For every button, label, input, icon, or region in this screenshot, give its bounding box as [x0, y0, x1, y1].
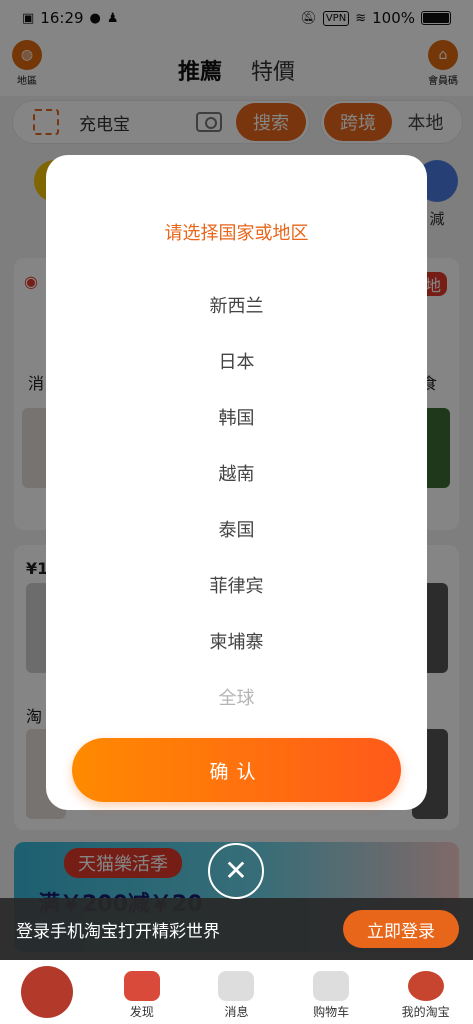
message-icon: [218, 971, 255, 1001]
nav-label: 发现: [129, 1005, 154, 1019]
nav-messages[interactable]: 消息: [196, 971, 276, 1020]
region-option[interactable]: 新西兰: [46, 279, 427, 335]
profile-icon: [407, 971, 444, 1001]
nav-label: 消息: [224, 1005, 249, 1019]
nav-label: 我的淘宝: [401, 1005, 450, 1019]
modal-title: 请选择国家或地区: [164, 223, 309, 244]
region-option[interactable]: 越南: [46, 447, 427, 503]
bottom-nav: 发现 消息 购物车 我的淘宝: [0, 960, 473, 1024]
nav-cart[interactable]: 购物车: [291, 971, 371, 1020]
nav-discover[interactable]: 发现: [102, 971, 182, 1020]
home-avatar-icon: [21, 966, 74, 1018]
region-option[interactable]: 泰国: [46, 503, 427, 559]
nav-home[interactable]: [7, 966, 87, 1020]
login-bar: 登录手机淘宝打开精彩世界 立即登录: [0, 898, 473, 960]
region-option[interactable]: 柬埔寨: [46, 615, 427, 671]
nav-label: 购物车: [313, 1005, 350, 1019]
discover-icon: [123, 971, 160, 1001]
confirm-button[interactable]: 确认: [72, 738, 401, 802]
cart-icon: [313, 971, 350, 1001]
nav-my-taobao[interactable]: 我的淘宝: [386, 971, 466, 1020]
region-option-list[interactable]: 新西兰 日本 韩国 越南 泰国 菲律宾 柬埔寨 全球: [46, 279, 427, 727]
login-prompt: 登录手机淘宝打开精彩世界: [16, 921, 220, 942]
close-button[interactable]: ✕: [208, 843, 264, 899]
region-option[interactable]: 韩国: [46, 391, 427, 447]
region-option[interactable]: 日本: [46, 335, 427, 391]
region-select-modal: 请选择国家或地区 新西兰 日本 韩国 越南 泰国 菲律宾 柬埔寨 全球 确认: [46, 155, 427, 810]
region-option[interactable]: 菲律宾: [46, 559, 427, 615]
close-icon: ✕: [224, 854, 248, 887]
region-option[interactable]: 全球: [46, 671, 427, 727]
login-button[interactable]: 立即登录: [343, 910, 459, 948]
